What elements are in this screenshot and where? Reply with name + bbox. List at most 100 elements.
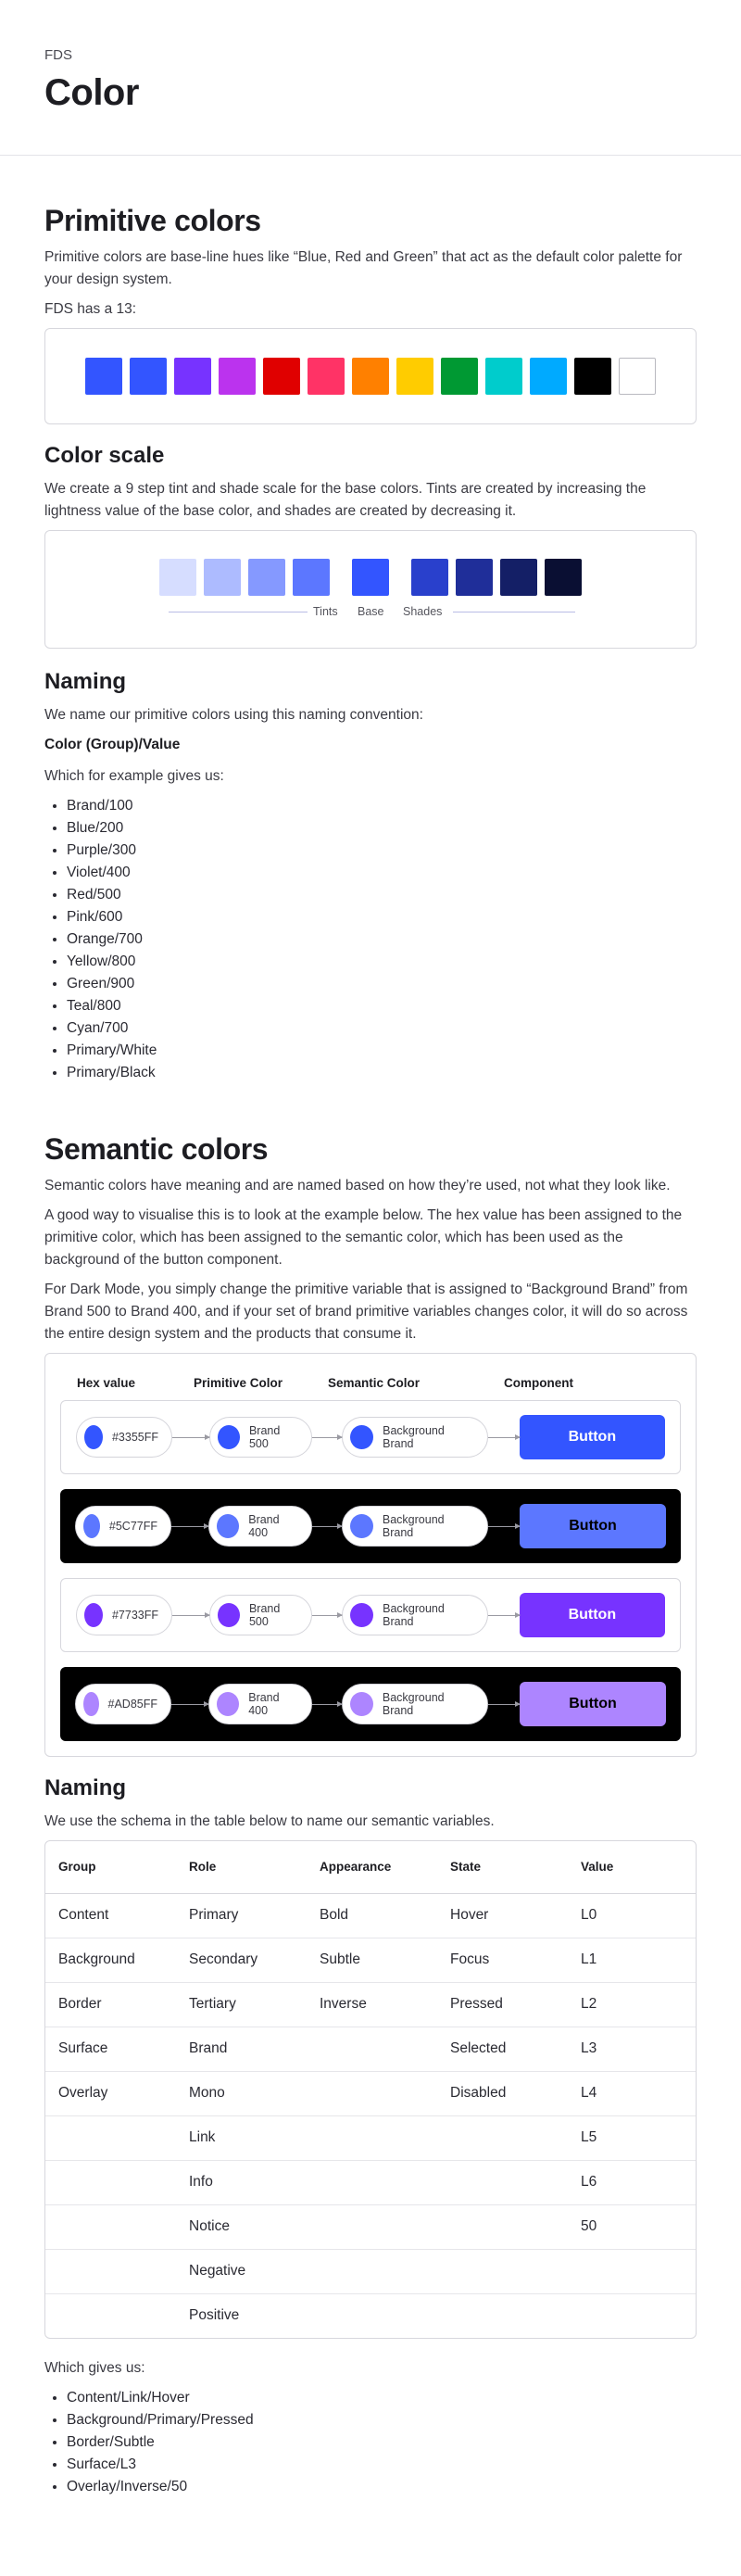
table-row: Info L6 bbox=[45, 2160, 696, 2205]
color-dot bbox=[350, 1514, 373, 1538]
semantic-naming-table-card: Group Role Appearance State Value Content Pri… bbox=[44, 1840, 697, 2339]
table-cell: Pressed bbox=[437, 1982, 568, 2027]
color-dot bbox=[217, 1603, 240, 1627]
table-row: Background Secondary Subtle Focus L1 bbox=[45, 1938, 696, 1983]
hex-pill: #5C77FF bbox=[75, 1506, 171, 1547]
primitive-naming-heading: Naming bbox=[44, 669, 127, 694]
semantic-name: Background Brand bbox=[382, 1513, 445, 1539]
table-cell: L2 bbox=[568, 1982, 696, 2027]
primitive-swatch bbox=[174, 358, 211, 395]
column-header-appearance: Appearance bbox=[307, 1841, 437, 1894]
table-cell: Secondary bbox=[176, 1938, 307, 1983]
primitive-example-item: Teal/800 bbox=[67, 995, 697, 1017]
semantic-result-item: Overlay/Inverse/50 bbox=[67, 2476, 697, 2498]
semantic-row-light: #3355FF Brand 500 Background Brand Button bbox=[60, 1400, 681, 1474]
header-semantic-color: Semantic Color bbox=[328, 1375, 421, 1390]
hex-pill: #7733FF bbox=[76, 1595, 172, 1635]
table-cell: Mono bbox=[176, 2071, 307, 2116]
table-cell: Background bbox=[45, 1938, 176, 1983]
table-cell: L1 bbox=[568, 1938, 696, 1983]
table-cell: L4 bbox=[568, 2071, 696, 2116]
primitive-swatch bbox=[219, 358, 256, 395]
table-cell bbox=[45, 2115, 176, 2161]
table-cell: Surface bbox=[45, 2027, 176, 2072]
semantic-pill: Background Brand bbox=[342, 1684, 488, 1724]
color-dot bbox=[84, 1603, 103, 1627]
primitive-swatch bbox=[352, 358, 389, 395]
naming-convention: Color (Group)/Value bbox=[44, 737, 181, 752]
table-cell: Selected bbox=[437, 2027, 568, 2072]
primitive-example-item: Primary/White bbox=[67, 1040, 697, 1062]
component-button[interactable]: Button bbox=[519, 1593, 665, 1637]
primitive-pill: Brand 400 bbox=[208, 1684, 312, 1724]
hex-value: #3355FF bbox=[111, 1431, 158, 1444]
semantic-name: Background Brand bbox=[382, 1691, 445, 1717]
table-cell: Border bbox=[45, 1982, 176, 2027]
naming-table-body: Content Primary Bold Hover L0 Background Secon… bbox=[45, 1893, 696, 2338]
table-row: Notice 50 bbox=[45, 2204, 696, 2250]
arrow-icon bbox=[172, 1611, 210, 1618]
primitive-swatch bbox=[619, 358, 656, 395]
color-scale-card: Tints Base Shades bbox=[44, 530, 697, 649]
table-row: Surface Brand Selected L3 bbox=[45, 2027, 696, 2072]
table-cell bbox=[437, 2204, 568, 2250]
table-cell bbox=[45, 2204, 176, 2250]
primitive-example-item: Orange/700 bbox=[67, 928, 697, 951]
arrow-icon bbox=[312, 1522, 343, 1529]
arrow-icon bbox=[172, 1433, 210, 1440]
table-cell: Focus bbox=[437, 1938, 568, 1983]
hex-value: #7733FF bbox=[111, 1609, 158, 1622]
primitive-swatch bbox=[263, 358, 300, 395]
table-cell bbox=[45, 2160, 176, 2205]
shade-swatch bbox=[411, 559, 448, 596]
naming-table-header: Group Role Appearance State Value bbox=[45, 1841, 696, 1894]
column-header-group: Group bbox=[45, 1841, 176, 1894]
semantic-row-dark: #AD85FF Brand 400 Background Brand Button bbox=[60, 1667, 681, 1741]
header-hex-value: Hex value bbox=[77, 1375, 136, 1390]
semantic-result-item: Border/Subtle bbox=[67, 2431, 697, 2454]
arrow-icon bbox=[487, 1433, 521, 1440]
table-cell: Primary bbox=[176, 1893, 307, 1938]
table-cell bbox=[307, 2027, 437, 2072]
primitive-name: Brand 500 bbox=[248, 1602, 281, 1628]
table-cell bbox=[307, 2160, 437, 2205]
table-row: Border Tertiary Inverse Pressed L2 bbox=[45, 1982, 696, 2027]
primitive-pill: Brand 500 bbox=[208, 1595, 313, 1635]
primitive-count-text: FDS has a 13: bbox=[44, 301, 137, 317]
table-cell: Info bbox=[176, 2160, 307, 2205]
table-cell bbox=[437, 2115, 568, 2161]
arrow-icon bbox=[312, 1433, 344, 1440]
table-cell: Notice bbox=[176, 2204, 307, 2250]
primitive-example-item: Green/900 bbox=[67, 973, 697, 995]
hex-pill: #3355FF bbox=[76, 1417, 172, 1458]
scale-gap bbox=[396, 559, 404, 596]
primitive-name: Brand 500 bbox=[248, 1424, 281, 1450]
table-cell: Content bbox=[45, 1893, 176, 1938]
table-row: Positive bbox=[45, 2293, 696, 2338]
semantic-colors-heading: Semantic colors bbox=[44, 1132, 269, 1166]
primitive-swatch-card bbox=[44, 328, 697, 424]
table-cell bbox=[45, 2293, 176, 2338]
header-component: Component bbox=[504, 1375, 573, 1390]
semantic-name: Background Brand bbox=[383, 1602, 445, 1628]
table-cell bbox=[437, 2160, 568, 2205]
table-cell bbox=[437, 2249, 568, 2294]
semantic-pill: Background Brand bbox=[342, 1506, 488, 1547]
table-cell: Hover bbox=[437, 1893, 568, 1938]
primitive-colors-heading: Primitive colors bbox=[44, 204, 261, 237]
hex-pill: #AD85FF bbox=[75, 1684, 171, 1724]
table-cell: Overlay bbox=[45, 2071, 176, 2116]
primitive-example-item: Red/500 bbox=[67, 884, 697, 906]
semantic-pill: Background Brand bbox=[342, 1417, 488, 1458]
component-button[interactable]: Button bbox=[520, 1682, 666, 1726]
component-button[interactable]: Button bbox=[519, 1415, 665, 1459]
component-button[interactable]: Button bbox=[520, 1504, 666, 1548]
hex-value: #5C77FF bbox=[108, 1520, 157, 1533]
tint-swatch bbox=[293, 559, 330, 596]
color-dot bbox=[83, 1692, 99, 1716]
semantic-row-dark: #5C77FF Brand 400 Background Brand Button bbox=[60, 1489, 681, 1563]
primitive-swatch bbox=[308, 358, 345, 395]
arrow-icon bbox=[487, 1611, 521, 1618]
table-cell: Subtle bbox=[307, 1938, 437, 1983]
color-dot bbox=[83, 1514, 100, 1538]
